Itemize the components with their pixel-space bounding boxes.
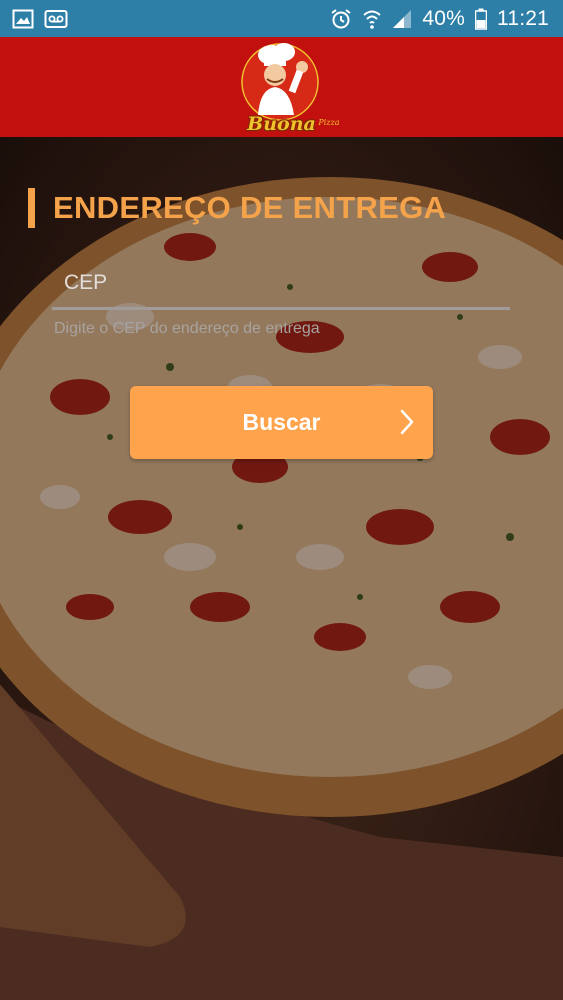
search-button-label: Buscar [242,409,321,435]
signal-icon [392,9,412,29]
app-header: Buona Pizza [0,37,563,137]
voicemail-icon [44,9,68,29]
cep-input[interactable] [52,258,510,310]
image-icon [12,9,34,29]
page-title: ENDEREÇO DE ENTREGA [53,190,447,225]
status-time: 11:21 [497,6,549,30]
status-bar: 40% 11:21 [0,0,563,37]
title-accent-bar [28,188,35,228]
alarm-icon [330,8,352,30]
chevron-right-icon [399,408,415,439]
section-header: ENDEREÇO DE ENTREGA [28,188,446,228]
battery-icon [475,8,487,30]
status-bar-right: 40% 11:21 [330,7,549,31]
brand-logo: Buona Pizza [222,37,342,137]
battery-percent: 40% [422,6,465,30]
wifi-icon [362,8,382,30]
logo-sub-text: Pizza [318,118,340,127]
cep-helper-text: Digite o CEP do endereço de entrega [54,320,320,337]
search-button[interactable]: Buscar [130,386,433,459]
status-bar-left [12,9,68,29]
